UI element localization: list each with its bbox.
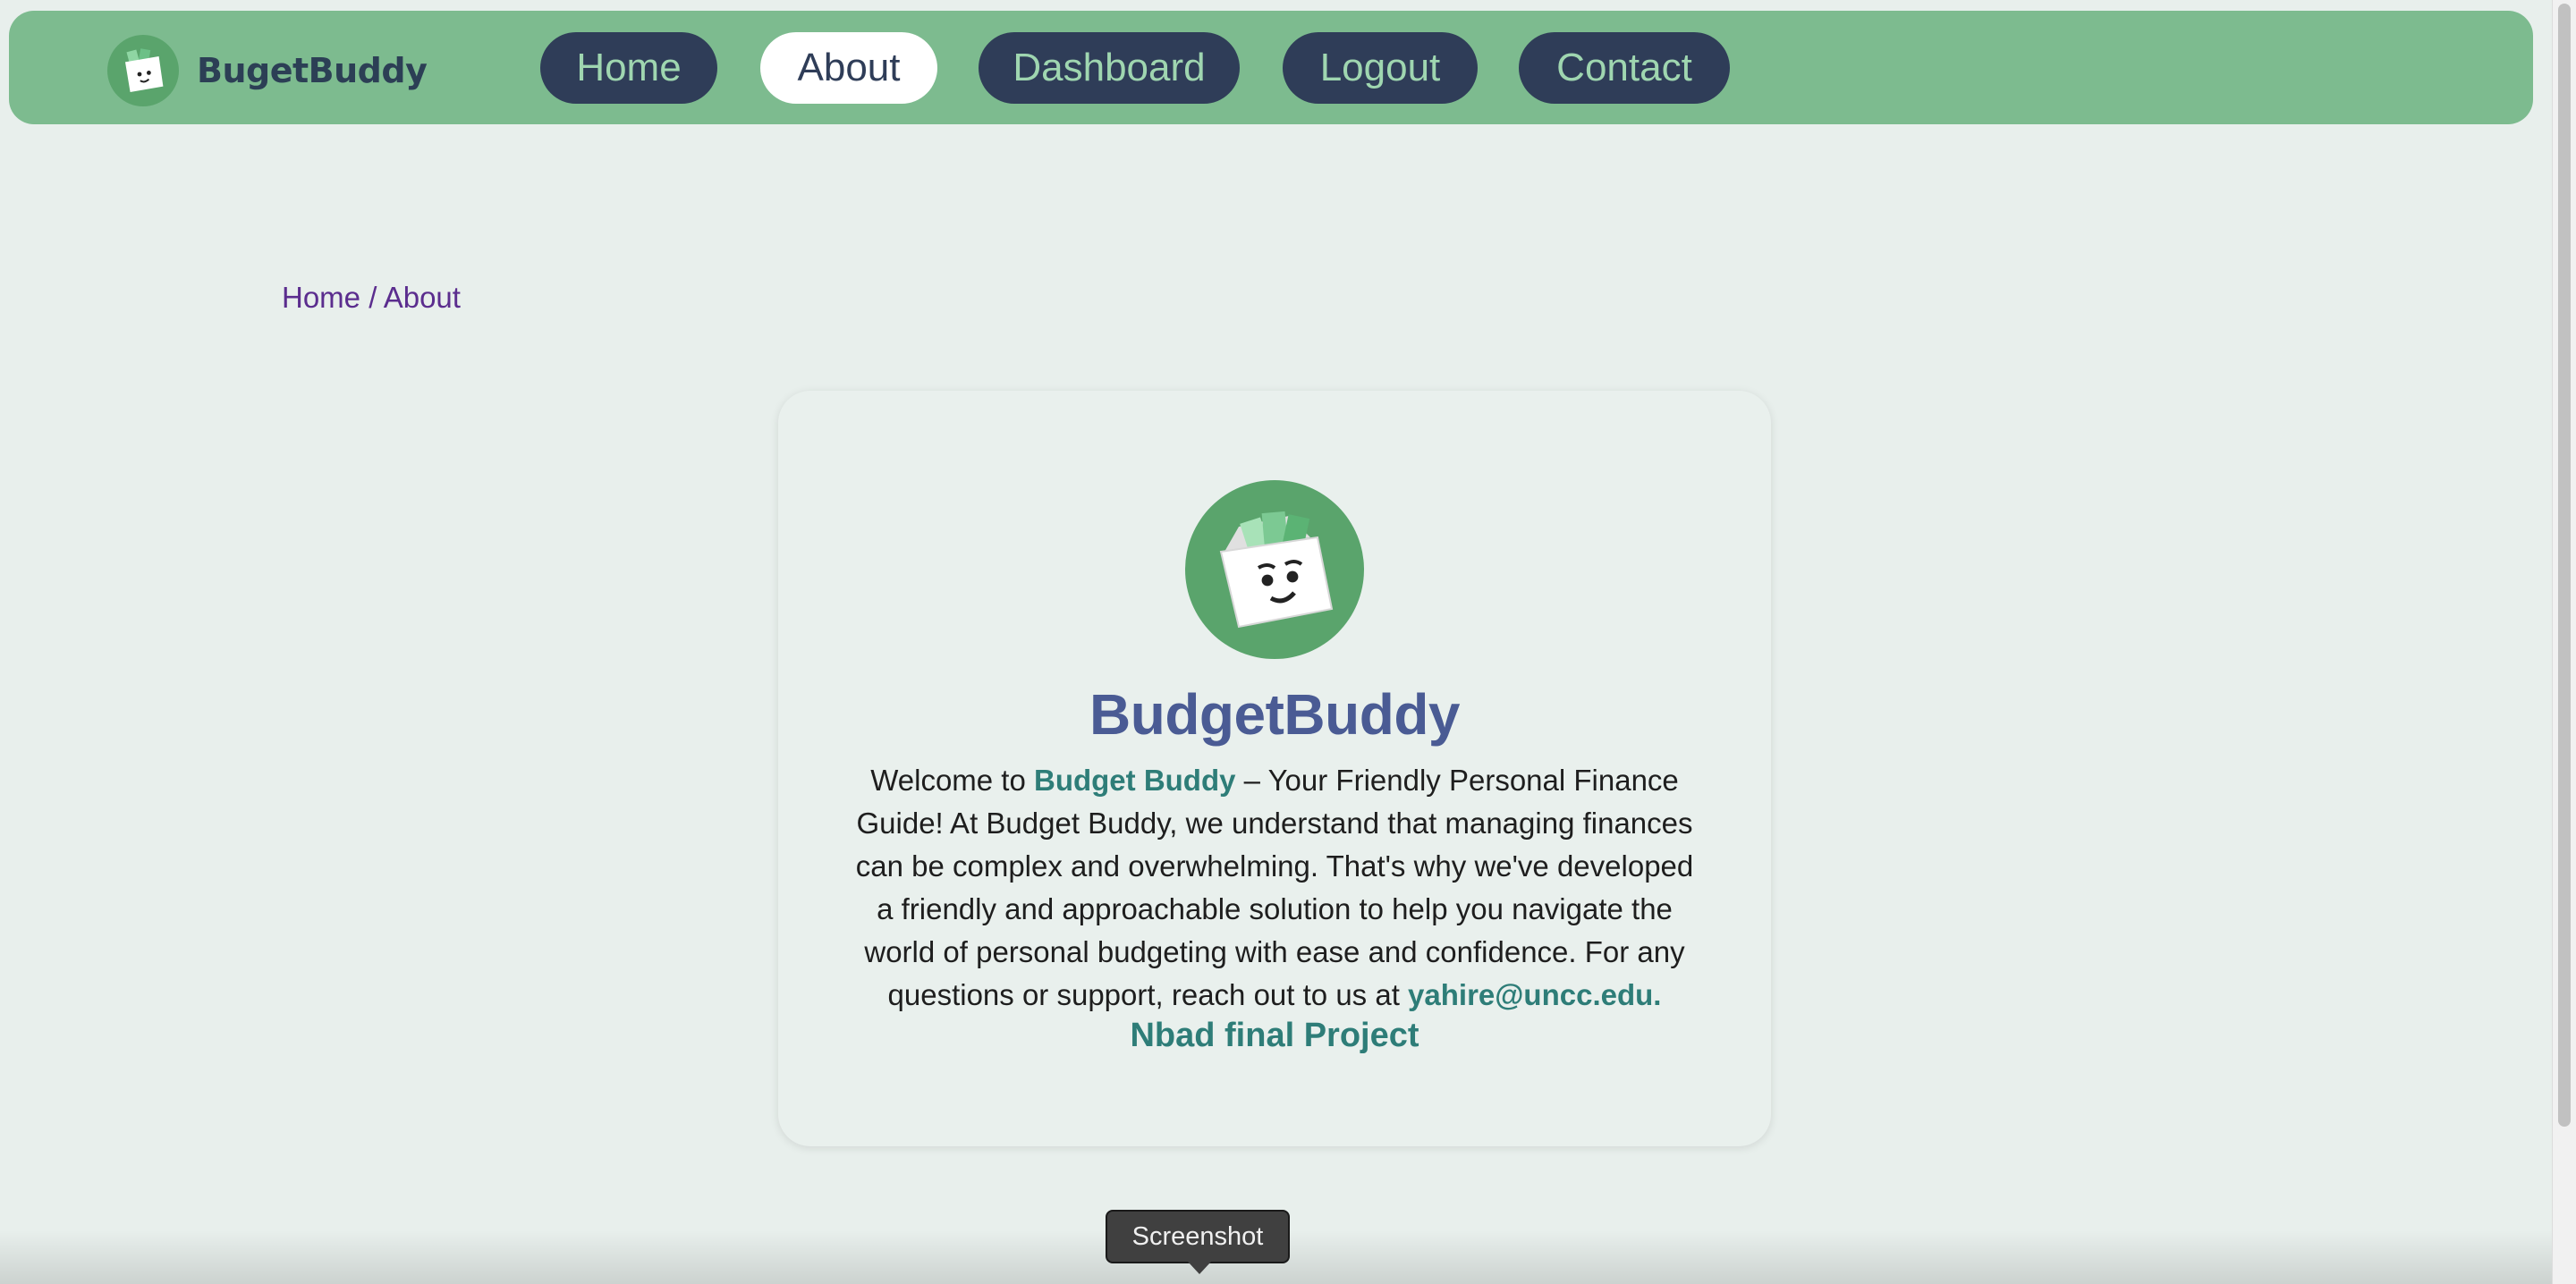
breadcrumb-separator: / (360, 281, 384, 314)
contact-email[interactable]: yahire@uncc.edu. (1408, 978, 1661, 1011)
body-prefix: Welcome to (870, 764, 1034, 797)
vertical-scrollbar[interactable] (2552, 0, 2576, 1284)
brand-name: BugetBuddy (197, 51, 428, 90)
brand[interactable]: BugetBuddy (107, 35, 428, 106)
about-card: BudgetBuddy Welcome to Budget Buddy – Yo… (778, 391, 1771, 1146)
scrollbar-thumb[interactable] (2558, 4, 2571, 1127)
nav-logout-button[interactable]: Logout (1283, 32, 1478, 104)
card-description: Welcome to Budget Buddy – Your Friendly … (850, 759, 1699, 1017)
screenshot-tooltip: Screenshot (1106, 1210, 1290, 1274)
body-highlight: Budget Buddy (1034, 764, 1236, 797)
breadcrumb: Home / About (282, 281, 461, 315)
nav-about-button[interactable]: About (760, 32, 937, 104)
card-title: BudgetBuddy (1089, 682, 1461, 747)
nav-home-button[interactable]: Home (540, 32, 717, 104)
wallet-mascot-icon (1185, 480, 1364, 659)
nav-contact-button[interactable]: Contact (1519, 32, 1730, 104)
breadcrumb-current: About (383, 281, 461, 314)
card-footer: Nbad final Project (1130, 1017, 1419, 1054)
breadcrumb-home-link[interactable]: Home (282, 281, 360, 314)
body-main: – Your Friendly Personal Finance Guide! … (855, 764, 1694, 1011)
top-navbar: BugetBuddy Home About Dashboard Logout C… (9, 11, 2533, 124)
wallet-mascot-icon (107, 35, 179, 106)
nav-dashboard-button[interactable]: Dashboard (979, 32, 1240, 104)
